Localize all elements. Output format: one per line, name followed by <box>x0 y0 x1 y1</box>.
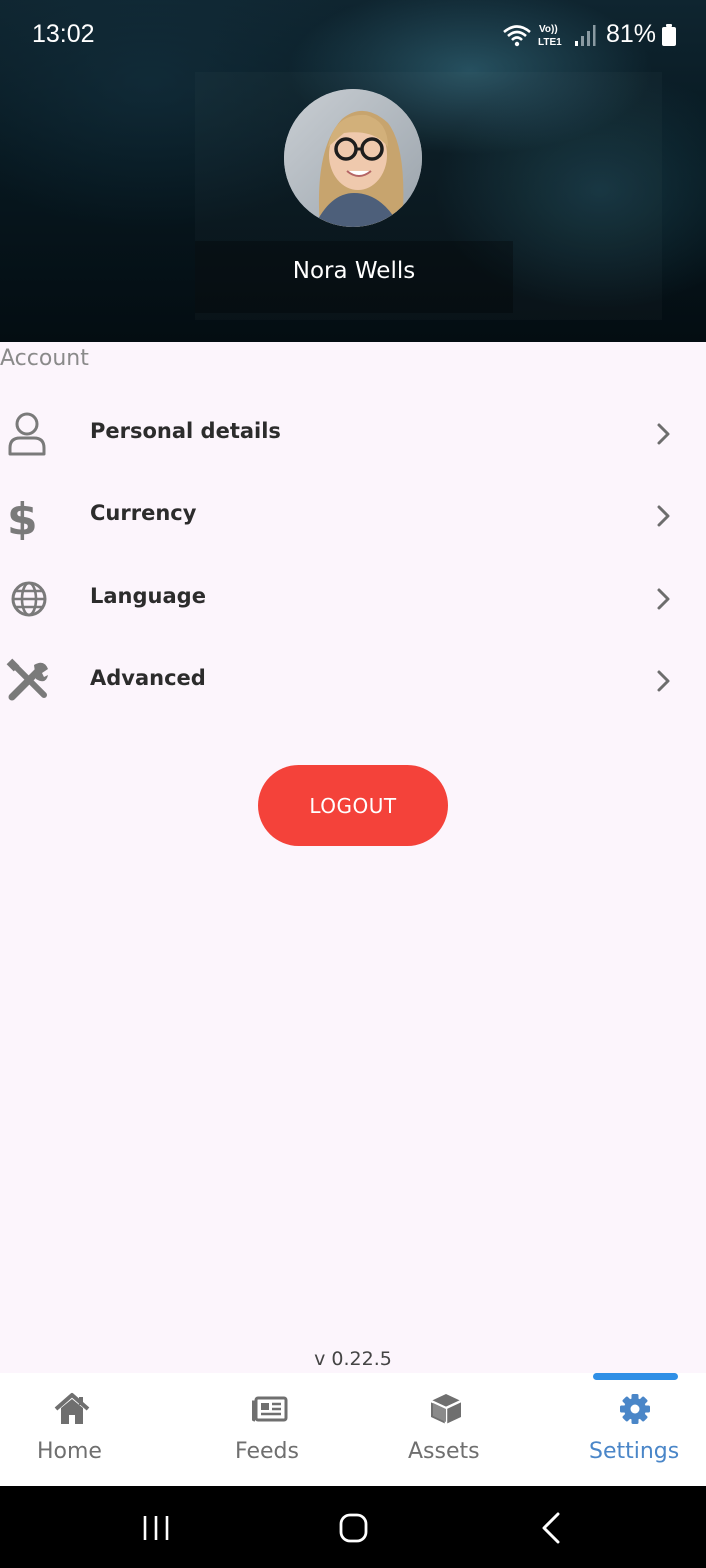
system-navigation-bar <box>0 1486 706 1568</box>
menu-item-label: Advanced <box>90 666 206 690</box>
menu-item-label: Language <box>90 584 206 608</box>
chevron-right-icon <box>657 423 670 445</box>
gear-icon <box>620 1394 650 1424</box>
tab-settings[interactable]: Settings <box>586 1373 686 1486</box>
wifi-icon <box>503 24 531 46</box>
menu-item-label: Personal details <box>90 419 281 443</box>
status-time: 13:02 <box>32 20 95 48</box>
section-title-account: Account <box>0 346 89 371</box>
battery-percent: 81% <box>605 20 656 48</box>
back-icon[interactable] <box>532 1508 572 1548</box>
tab-label: Assets <box>408 1439 480 1464</box>
signal-icon <box>574 24 596 46</box>
dollar-icon: $ <box>7 494 38 540</box>
menu-item-personal-details[interactable]: Personal details <box>0 393 706 475</box>
chevron-right-icon <box>657 505 670 527</box>
cube-icon <box>430 1394 462 1424</box>
user-name: Nora Wells <box>292 258 416 284</box>
active-tab-indicator <box>593 1373 678 1380</box>
menu-item-label: Currency <box>90 501 197 525</box>
tab-label: Feeds <box>235 1439 299 1464</box>
avatar[interactable] <box>284 89 422 227</box>
recents-icon[interactable] <box>136 1508 176 1548</box>
logout-button[interactable]: LOGOUT <box>258 765 448 846</box>
newspaper-icon <box>252 1396 288 1422</box>
avatar-photo <box>284 89 422 227</box>
menu-item-currency[interactable]: $ Currency <box>0 475 706 557</box>
tab-assets[interactable]: Assets <box>404 1373 488 1486</box>
globe-icon <box>11 581 47 617</box>
person-icon <box>8 412 46 456</box>
svg-text:LTE1: LTE1 <box>538 37 562 48</box>
battery-icon <box>662 23 676 46</box>
home-icon <box>54 1393 90 1424</box>
tab-feeds[interactable]: Feeds <box>228 1373 308 1486</box>
tab-label: Home <box>37 1439 102 1464</box>
svg-text:$: $ <box>7 494 38 540</box>
status-bar: 13:02 Vo)) LTE1 81% <box>0 0 706 72</box>
app-version: v 0.22.5 <box>314 1348 392 1370</box>
status-icons: Vo)) LTE1 81% <box>502 20 676 49</box>
tab-home[interactable]: Home <box>30 1373 112 1486</box>
volte-icon: Vo)) LTE1 <box>538 24 562 48</box>
menu-item-advanced[interactable]: Advanced <box>0 640 706 722</box>
tools-icon <box>6 658 48 701</box>
tab-label: Settings <box>589 1439 680 1464</box>
home-nav-icon[interactable] <box>333 1508 373 1548</box>
chevron-right-icon <box>657 588 670 610</box>
menu-item-language[interactable]: Language <box>0 558 706 640</box>
svg-text:Vo)): Vo)) <box>539 24 558 35</box>
bottom-tab-bar: Home Feeds Assets Settings <box>0 1373 706 1486</box>
chevron-right-icon <box>657 670 670 692</box>
